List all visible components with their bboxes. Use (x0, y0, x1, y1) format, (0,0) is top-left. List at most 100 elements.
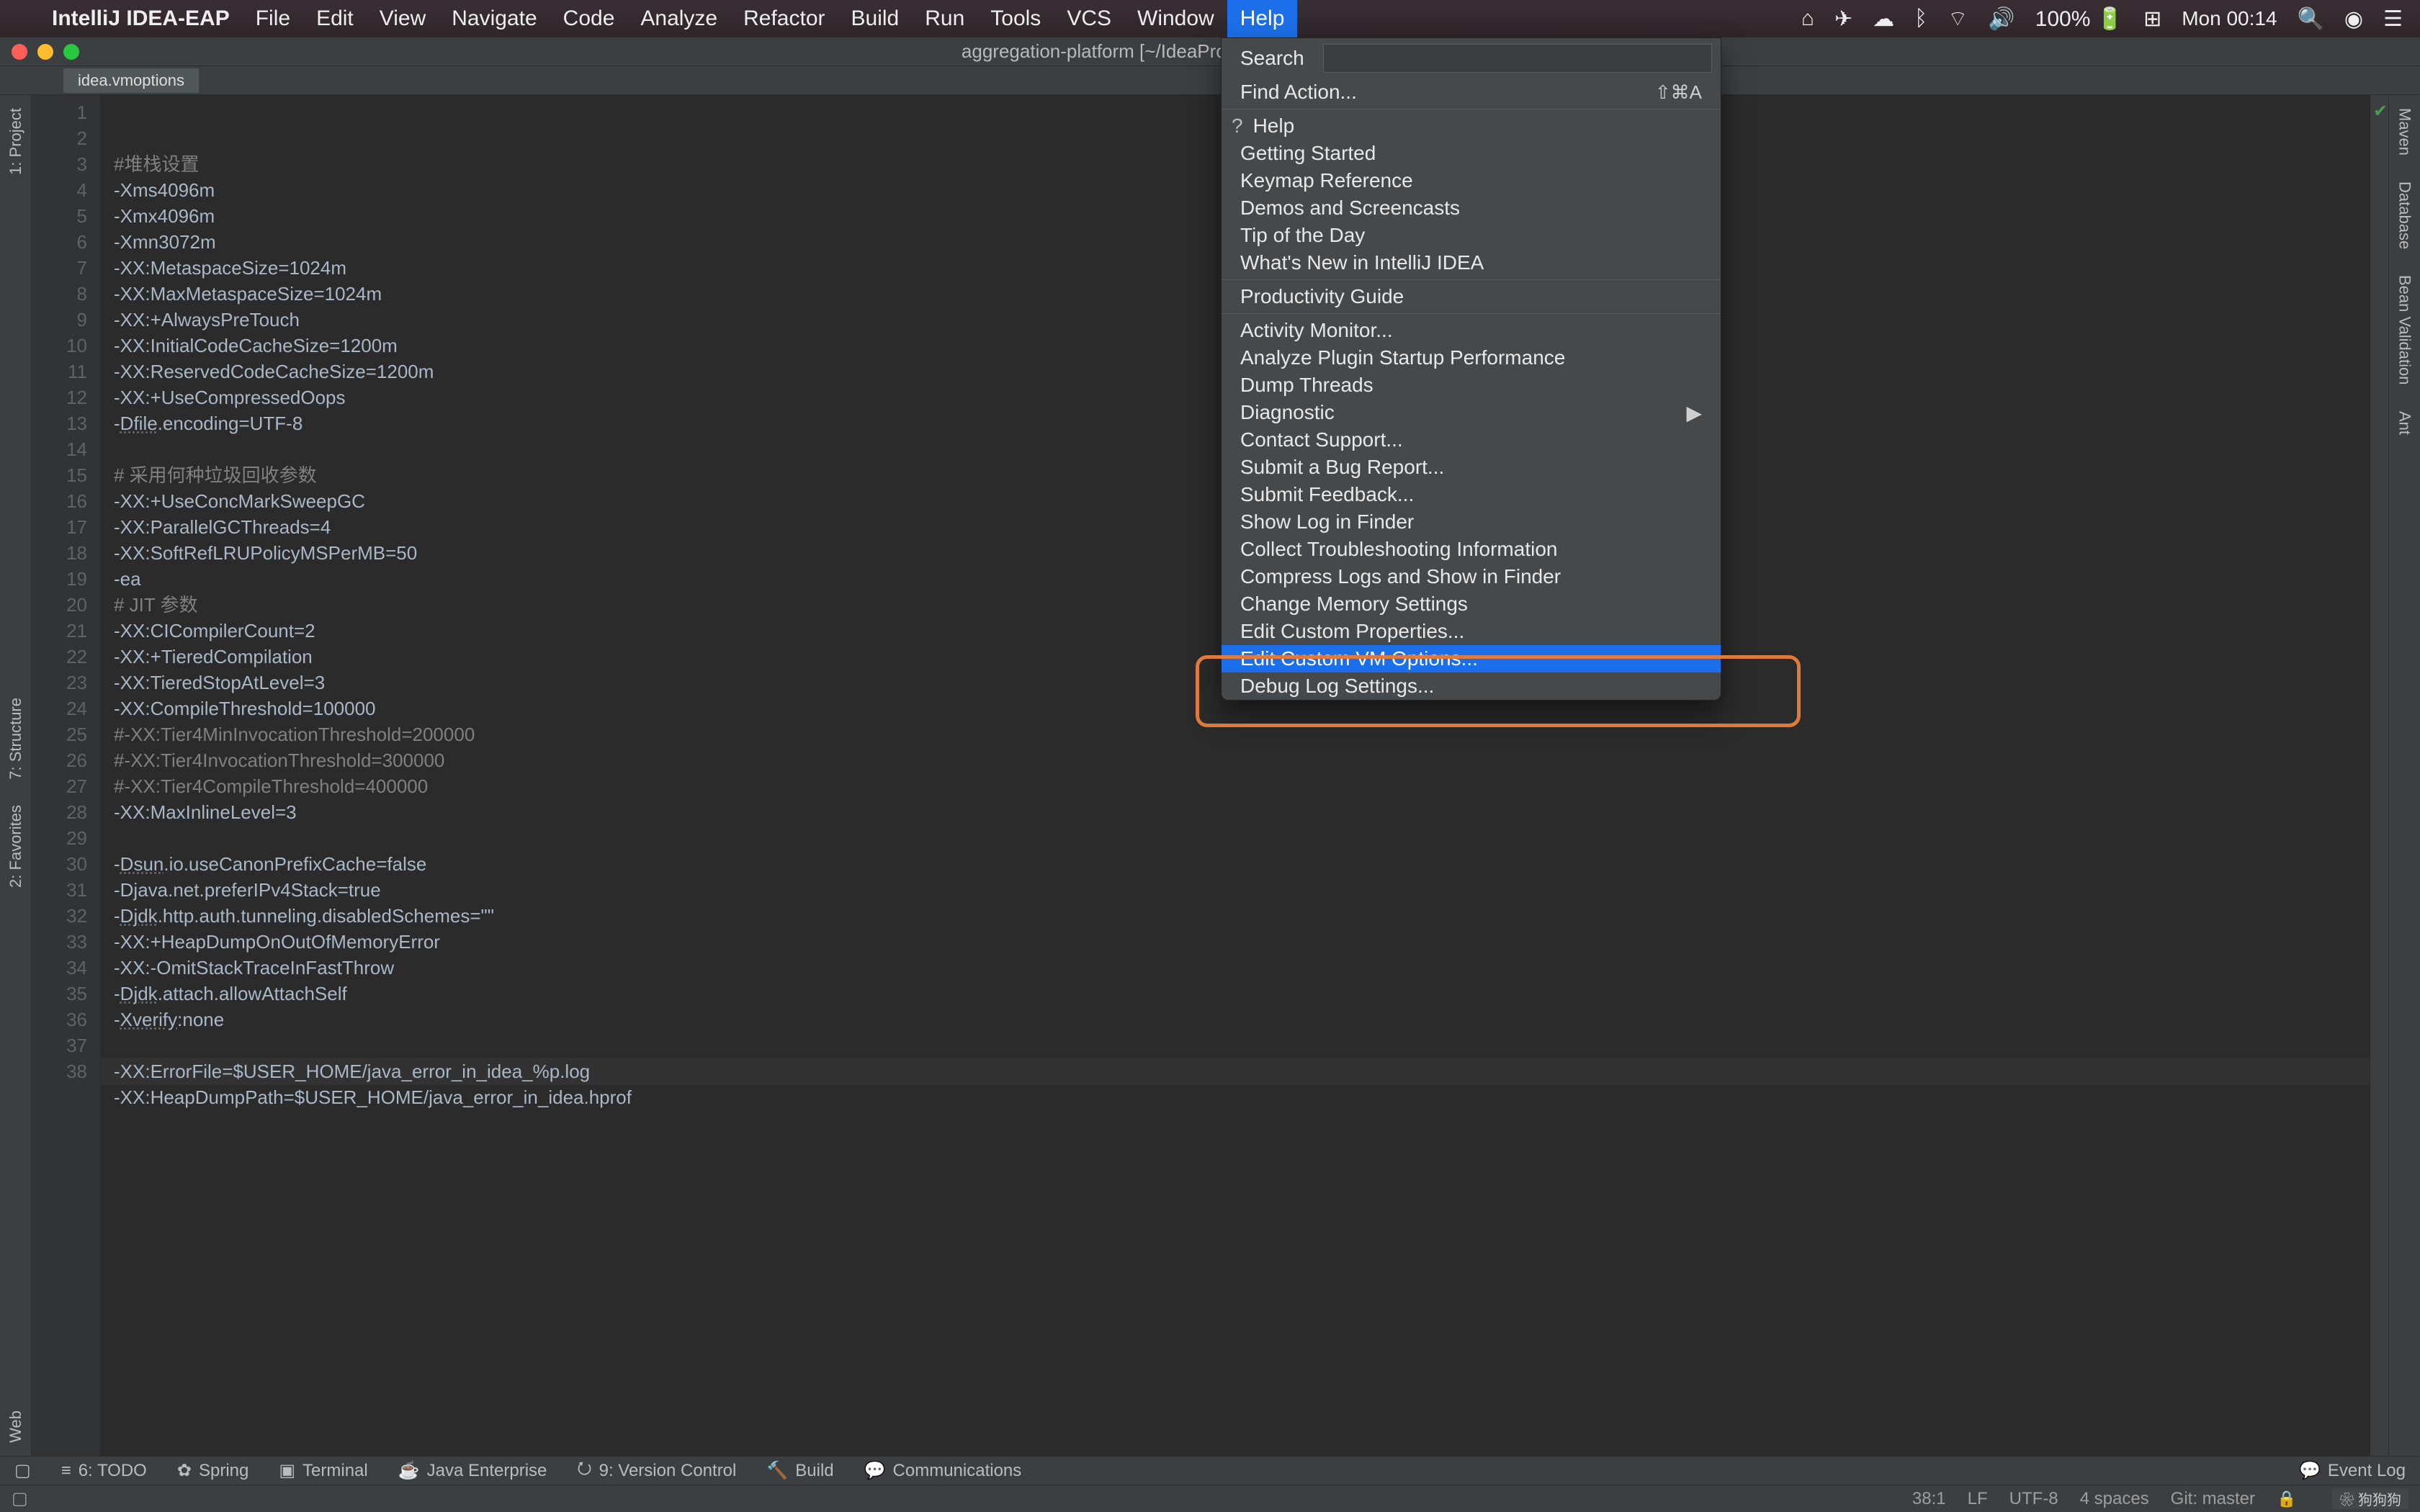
menu-item-collect-troubleshooting-information[interactable]: Collect Troubleshooting Information (1222, 536, 1721, 563)
menu-help[interactable]: Help (1227, 0, 1298, 37)
bottom-tool-spring[interactable]: ✿Spring (177, 1460, 248, 1481)
wifi-icon[interactable]: ⌔ (1948, 5, 1968, 32)
menu-item-change-memory-settings[interactable]: Change Memory Settings (1222, 590, 1721, 618)
right-tool-maven[interactable]: Maven (2396, 95, 2414, 168)
menu-view[interactable]: View (367, 0, 439, 37)
close-window-button[interactable] (12, 44, 27, 60)
git-branch[interactable]: Git: master (2171, 1489, 2255, 1509)
error-stripe[interactable]: ✔ (2370, 95, 2388, 1456)
bottom-tool-6-todo[interactable]: ≡6: TODO (61, 1461, 147, 1481)
siri-icon[interactable]: ◉ (2344, 6, 2363, 32)
code-line: -Dsun.io.useCanonPrefixCache=false (114, 851, 2370, 877)
menu-item-activity-monitor[interactable]: Activity Monitor... (1222, 317, 1721, 344)
left-tool-1-project[interactable]: 1: Project (6, 95, 25, 188)
menu-item-compress-logs-and-show-in-finder[interactable]: Compress Logs and Show in Finder (1222, 563, 1721, 590)
menubar-tray: ⌂ ✈ ☁ ᛒ ⌔ 🔊 100% 🔋 ⊞ Mon 00:14 🔍 ◉ ☰ (1801, 5, 2413, 32)
tool-icon: 💬 (864, 1460, 886, 1481)
left-tool-web[interactable]: Web (6, 1398, 25, 1456)
menu-item-what-s-new-in-intellij-idea[interactable]: What's New in IntelliJ IDEA (1222, 249, 1721, 276)
bottom-tool-java-enterprise[interactable]: ☕Java Enterprise (398, 1460, 547, 1481)
list-icon[interactable]: ☰ (2383, 6, 2403, 32)
editor-tabs: idea.vmoptions (0, 66, 2420, 95)
right-tool-bean-validation[interactable]: Bean Validation (2396, 262, 2414, 398)
menu-item-productivity-guide[interactable]: Productivity Guide (1222, 283, 1721, 310)
menu-item-show-log-in-finder[interactable]: Show Log in Finder (1222, 508, 1721, 536)
menu-build[interactable]: Build (838, 0, 913, 37)
menu-refactor[interactable]: Refactor (730, 0, 838, 37)
csdn-badge: ❀ 狗狗狗 (2332, 1488, 2408, 1509)
left-tool-2-favorites[interactable]: 2: Favorites (6, 792, 25, 901)
volume-icon[interactable]: 🔊 (1988, 6, 2015, 32)
readonly-lock-icon[interactable]: 🔒 (2277, 1490, 2296, 1508)
line-number-gutter: 1234567891011121314151617181920212223242… (32, 95, 101, 1456)
menu-edit[interactable]: Edit (303, 0, 367, 37)
bottom-toolwindow-bar: ▢ ≡6: TODO ✿Spring ▣Terminal ☕Java Enterpris… (0, 1456, 2420, 1485)
menu-item-help[interactable]: ?Help (1222, 112, 1721, 140)
menu-item-contact-support[interactable]: Contact Support... (1222, 426, 1721, 454)
menu-file[interactable]: File (243, 0, 303, 37)
code-line: -Xverify:none (114, 1007, 2370, 1032)
menu-item-edit-custom-vm-options[interactable]: Edit Custom VM Options... (1222, 645, 1721, 672)
code-line: -Djdk.http.auth.tunneling.disabledScheme… (114, 903, 2370, 929)
menu-item-demos-and-screencasts[interactable]: Demos and Screencasts (1222, 194, 1721, 222)
menu-item-tip-of-the-day[interactable]: Tip of the Day (1222, 222, 1721, 249)
code-line: #-XX:Tier4MinInvocationThreshold=200000 (114, 721, 2370, 747)
zoom-window-button[interactable] (63, 44, 79, 60)
spotlight-icon[interactable]: 🔍 (2298, 6, 2324, 32)
help-search-row: Search (1222, 38, 1721, 78)
clock[interactable]: Mon 00:14 (2182, 7, 2277, 30)
tool-icon: ▣ (279, 1460, 295, 1481)
menu-item-dump-threads[interactable]: Dump Threads (1222, 372, 1721, 399)
menu-item-diagnostic[interactable]: Diagnostic▶ (1222, 399, 1721, 426)
bottom-tool-communications[interactable]: 💬Communications (864, 1460, 1022, 1481)
bluetooth-icon[interactable]: ᛒ (1914, 6, 1927, 31)
notification-icon[interactable]: ⌂ (1801, 6, 1814, 31)
menu-item-analyze-plugin-startup-performance[interactable]: Analyze Plugin Startup Performance (1222, 344, 1721, 372)
menu-code[interactable]: Code (550, 0, 628, 37)
menu-item-getting-started[interactable]: Getting Started (1222, 140, 1721, 167)
bottom-tool-build[interactable]: 🔨Build (766, 1460, 833, 1481)
menu-tools[interactable]: Tools (977, 0, 1054, 37)
code-line: -Djdk.attach.allowAttachSelf (114, 981, 2370, 1007)
menu-window[interactable]: Window (1124, 0, 1227, 37)
menu-item-keymap-reference[interactable]: Keymap Reference (1222, 167, 1721, 194)
right-tool-database[interactable]: Database (2396, 168, 2414, 262)
help-icon: ? (1232, 114, 1243, 137)
wechat-icon[interactable]: ☁ (1873, 6, 1894, 32)
tool-icon: 🔨 (766, 1460, 788, 1481)
menu-item-find-action[interactable]: Find Action... ⇧⌘A (1222, 78, 1721, 106)
code-line: -XX:ErrorFile=$USER_HOME/java_error_in_i… (114, 1058, 2370, 1084)
menu-item-submit-feedback[interactable]: Submit Feedback... (1222, 481, 1721, 508)
send-icon[interactable]: ✈ (1834, 6, 1852, 32)
menu-item-edit-custom-properties[interactable]: Edit Custom Properties... (1222, 618, 1721, 645)
event-log-button[interactable]: 💬Event Log (2299, 1460, 2406, 1481)
editor-area: 1234567891011121314151617181920212223242… (32, 95, 2388, 1456)
menu-item-submit-a-bug-report[interactable]: Submit a Bug Report... (1222, 454, 1721, 481)
bottom-tool-9-version-control[interactable]: ⭮9: Version Control (577, 1456, 736, 1485)
menu-vcs[interactable]: VCS (1054, 0, 1124, 37)
right-tool-ant[interactable]: Ant (2396, 398, 2414, 448)
help-menu-dropdown: Search Find Action... ⇧⌘A ?HelpGetting S… (1221, 37, 1721, 701)
app-name[interactable]: IntelliJ IDEA-EAP (39, 6, 243, 31)
submenu-arrow-icon: ▶ (1686, 401, 1702, 425)
inspection-ok-icon: ✔ (2373, 101, 2388, 122)
help-search-input[interactable] (1323, 44, 1712, 73)
file-encoding[interactable]: UTF-8 (2009, 1489, 2058, 1509)
menu-analyze[interactable]: Analyze (627, 0, 730, 37)
toolwindow-toggle-icon[interactable]: ▢ (12, 1488, 28, 1509)
editor-tab[interactable]: idea.vmoptions (63, 68, 199, 93)
traffic-lights (0, 44, 79, 60)
caret-position[interactable]: 38:1 (1912, 1489, 1946, 1509)
bottom-tool-terminal[interactable]: ▣Terminal (279, 1460, 367, 1481)
battery-label[interactable]: 100% 🔋 (2035, 6, 2123, 32)
menu-item-debug-log-settings[interactable]: Debug Log Settings... (1222, 672, 1721, 700)
indent-settings[interactable]: 4 spaces (2080, 1489, 2149, 1509)
code-line (114, 1110, 2370, 1136)
menu-navigate[interactable]: Navigate (439, 0, 550, 37)
toolwindow-pin-icon[interactable]: ▢ (14, 1460, 31, 1481)
left-tool-7-structure[interactable]: 7: Structure (6, 685, 25, 793)
minimize-window-button[interactable] (37, 44, 53, 60)
control-center-icon[interactable]: ⊞ (2143, 6, 2161, 32)
menu-run[interactable]: Run (912, 0, 977, 37)
line-separator[interactable]: LF (1968, 1489, 1988, 1509)
